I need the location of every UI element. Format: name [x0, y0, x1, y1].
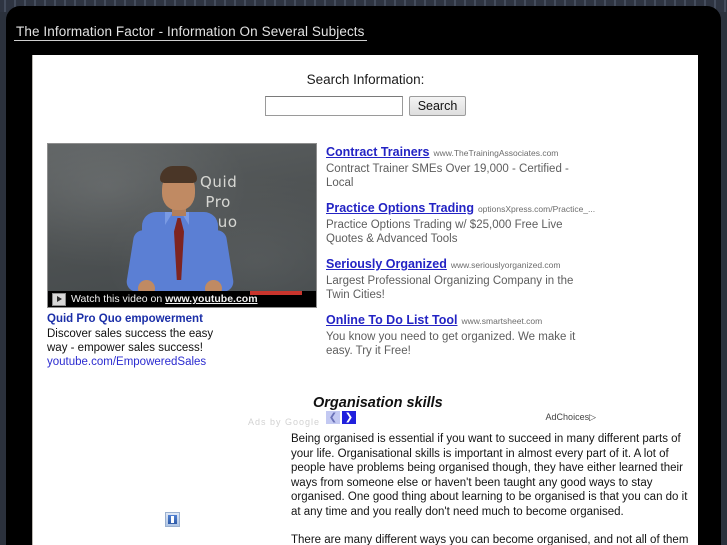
article-heading: Organisation skills	[313, 395, 443, 411]
text-ad-title[interactable]: Seriously Organized	[326, 257, 447, 271]
video-ad-caption: Quid Pro Quo empowerment Discover sales …	[47, 313, 315, 368]
text-ad-head: Seriously Organized www.seriouslyorganize…	[326, 255, 596, 273]
text-ad-description: Largest Professional Organizing Company …	[326, 275, 574, 301]
youtube-red-accent	[250, 291, 302, 295]
video-thumbnail[interactable]: Quid Pro Quo Watch this video on www.you…	[47, 143, 317, 308]
text-ad-head: Online To Do List Tool www.smartsheet.com	[326, 311, 596, 329]
search-button[interactable]: Search	[408, 96, 467, 116]
play-icon[interactable]	[52, 292, 66, 306]
text-ad-domain: www.seriouslyorganized.com	[450, 260, 561, 270]
text-ad-title[interactable]: Contract Trainers	[326, 145, 430, 159]
video-ad-title[interactable]: Quid Pro Quo empowerment	[47, 313, 315, 325]
text-ad-title[interactable]: Practice Options Trading	[326, 201, 474, 215]
article-paragraph: Being organised is essential if you want…	[291, 433, 688, 518]
broken-image-icon	[165, 512, 180, 527]
hair	[160, 166, 197, 183]
text-ad-description: Practice Options Trading w/ $25,000 Free…	[326, 219, 563, 245]
video-ad-desc-line2: way - empower sales success!	[47, 342, 203, 354]
video-ad[interactable]: Quid Pro Quo Watch this video on www.you…	[47, 143, 317, 368]
text-ad-domain: optionsXpress.com/Practice_...	[477, 204, 596, 214]
youtube-url[interactable]: www.youtube.com	[165, 293, 257, 305]
browser-window: The Information Factor - Information On …	[0, 0, 727, 545]
advertisement-block: Quid Pro Quo Watch this video on www.you…	[47, 143, 647, 428]
youtube-watch-text: Watch this video on www.youtube.com	[71, 293, 258, 305]
page-title-text: The Information Factor - Information On …	[14, 24, 367, 41]
text-ad-head: Practice Options Trading optionsXpress.co…	[326, 199, 596, 217]
watch-prefix: Watch this video on	[71, 293, 166, 305]
document-sheet: Search Information: Search Quid Pro Quo	[32, 55, 698, 545]
text-ad-title[interactable]: Online To Do List Tool	[326, 313, 457, 327]
article-paragraph: There are many different ways you can be…	[291, 533, 689, 545]
text-ad: Online To Do List Tool www.smartsheet.com…	[326, 311, 596, 358]
text-ads-list: Contract Trainers www.TheTrainingAssociat…	[326, 143, 596, 367]
search-row: Search	[33, 96, 698, 116]
search-label: Search Information:	[306, 72, 425, 87]
text-ad-domain: www.smartsheet.com	[461, 316, 543, 326]
text-ad-description: You know you need to get organized. We m…	[326, 331, 576, 357]
article-section: Organisation skills Being organised is e…	[291, 395, 691, 545]
text-ad: Practice Options Trading optionsXpress.co…	[326, 199, 596, 246]
search-block: Search Information: Search	[33, 72, 698, 116]
text-ad-domain: www.TheTrainingAssociates.com	[433, 148, 559, 158]
video-ad-url[interactable]: youtube.com/EmpoweredSales	[47, 356, 315, 368]
text-ad: Contract Trainers www.TheTrainingAssociat…	[326, 143, 596, 190]
text-ad-head: Contract Trainers www.TheTrainingAssociat…	[326, 143, 596, 161]
video-ad-desc-line1: Discover sales success the easy	[47, 328, 214, 340]
text-ad: Seriously Organized www.seriouslyorganize…	[326, 255, 596, 302]
page-title: The Information Factor - Information On …	[14, 24, 614, 44]
search-input[interactable]	[264, 96, 403, 116]
text-ad-description: Contract Trainer SMEs Over 19,000 - Cert…	[326, 163, 569, 189]
youtube-watch-bar[interactable]: Watch this video on www.youtube.com	[48, 291, 316, 307]
presenter-figure	[125, 166, 238, 307]
